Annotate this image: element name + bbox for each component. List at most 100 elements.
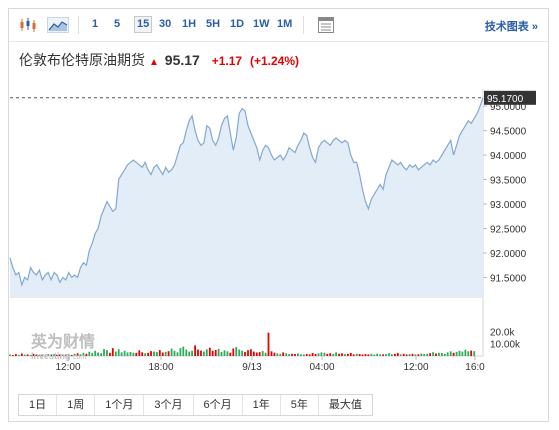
volume-bar <box>252 351 255 356</box>
volume-bar <box>250 349 252 356</box>
volume-bar <box>364 354 367 356</box>
volume-bar <box>429 353 431 356</box>
range-1m[interactable]: 1个月 <box>95 395 145 415</box>
volume-bar <box>417 354 420 356</box>
y-tick-label: 93.0000 <box>490 200 527 211</box>
volume-bar <box>211 350 214 356</box>
interval-1h[interactable]: 1H <box>182 18 196 30</box>
volume-bar <box>94 350 97 356</box>
volume-bar <box>323 352 326 356</box>
interval-30[interactable]: 30 <box>159 18 171 30</box>
volume-bar <box>161 352 164 356</box>
volume-bar <box>267 332 270 356</box>
interval-1d[interactable]: 1D <box>230 18 244 30</box>
volume-bar <box>117 349 120 356</box>
volume-bar <box>194 345 196 356</box>
volume-bar <box>203 351 205 356</box>
volume-bar <box>97 352 99 356</box>
candlestick-icon[interactable] <box>19 17 37 33</box>
interval-1w[interactable]: 1W <box>253 18 270 30</box>
x-tick-label: 9/13 <box>242 362 262 373</box>
volume-bar <box>352 354 355 356</box>
volume-bar <box>461 351 464 356</box>
range-1d[interactable]: 1日 <box>19 395 58 415</box>
volume-bar <box>473 351 476 356</box>
range-6m[interactable]: 6个月 <box>194 395 243 415</box>
volume-bar <box>158 350 161 356</box>
volume-bar <box>347 353 349 356</box>
x-tick-label: 16:0 <box>465 362 485 373</box>
y-tick-label: 94.0000 <box>490 151 527 162</box>
volume-bar <box>126 352 129 356</box>
volume-bar <box>332 353 335 356</box>
last-price: 95.17 <box>164 52 200 68</box>
volume-bar <box>238 349 241 356</box>
watermark-logo-suffix: .com <box>71 354 86 361</box>
price-chart[interactable]: 95.000094.500094.000093.500093.000092.50… <box>9 74 548 414</box>
range-5y[interactable]: 5年 <box>281 395 319 415</box>
range-1w[interactable]: 1周 <box>57 395 96 415</box>
volume-bar <box>241 350 243 356</box>
volume-bar <box>438 352 440 356</box>
volume-bar <box>288 354 290 356</box>
volume-bar <box>335 352 337 356</box>
volume-bar <box>173 350 176 356</box>
interval-5[interactable]: 5 <box>114 18 120 30</box>
interval-1[interactable]: 1 <box>92 18 98 30</box>
volume-bar <box>376 353 379 356</box>
volume-bar <box>467 351 470 356</box>
volume-bar <box>423 354 426 356</box>
volume-bar <box>391 354 393 356</box>
volume-bar <box>261 351 264 356</box>
volume-bar <box>388 353 390 356</box>
volume-bar <box>305 353 308 356</box>
volume-bar <box>379 354 382 356</box>
volume-bar <box>414 354 417 356</box>
range-3m[interactable]: 3个月 <box>144 395 194 415</box>
y-tick-label: 92.0000 <box>490 249 527 260</box>
watermark-logo-cn: 英为财情 <box>30 332 95 351</box>
volume-bar <box>129 351 132 356</box>
volume-bar <box>244 351 246 356</box>
volume-bar <box>420 353 423 356</box>
volume-bar <box>23 354 26 356</box>
volume-bar <box>191 350 193 356</box>
volume-bar <box>382 354 384 356</box>
table-icon[interactable] <box>318 17 334 33</box>
volume-bar <box>12 355 14 356</box>
volume-bar <box>300 354 302 356</box>
range-max[interactable]: 最大值 <box>319 395 372 415</box>
area-chart-icon[interactable] <box>47 17 69 33</box>
x-tick-label: 12:00 <box>403 362 428 373</box>
volume-bar <box>114 351 117 356</box>
interval-1m[interactable]: 1M <box>277 18 292 30</box>
volume-bar <box>144 353 146 356</box>
volume-bar <box>294 354 296 356</box>
volume-bar <box>432 352 434 356</box>
volume-bar <box>220 351 223 356</box>
volume-bar <box>370 353 373 356</box>
volume-bar <box>141 352 144 356</box>
volume-bar <box>229 352 232 356</box>
interval-15[interactable]: 15 <box>134 16 153 33</box>
volume-bar <box>349 353 352 356</box>
volume-bar <box>255 352 258 356</box>
toolbar-divider <box>78 16 79 34</box>
volume-bar <box>317 353 320 356</box>
interval-5h[interactable]: 5H <box>206 18 220 30</box>
volume-bar <box>373 354 376 356</box>
volume-bar <box>167 351 170 356</box>
volume-bar <box>9 354 11 356</box>
volume-bar <box>452 352 455 356</box>
volume-bar <box>214 350 217 356</box>
volume-bar <box>235 347 238 356</box>
volume-bar <box>320 352 323 356</box>
range-1y[interactable]: 1年 <box>243 395 281 415</box>
volume-bar <box>405 354 408 356</box>
y-tick-label: 91.5000 <box>490 273 527 284</box>
volume-bar <box>270 351 273 356</box>
tech-chart-link[interactable]: 技术图表 » <box>485 18 538 34</box>
volume-bar <box>150 351 152 356</box>
volume-bar <box>205 349 208 356</box>
volume-bar <box>17 354 20 356</box>
